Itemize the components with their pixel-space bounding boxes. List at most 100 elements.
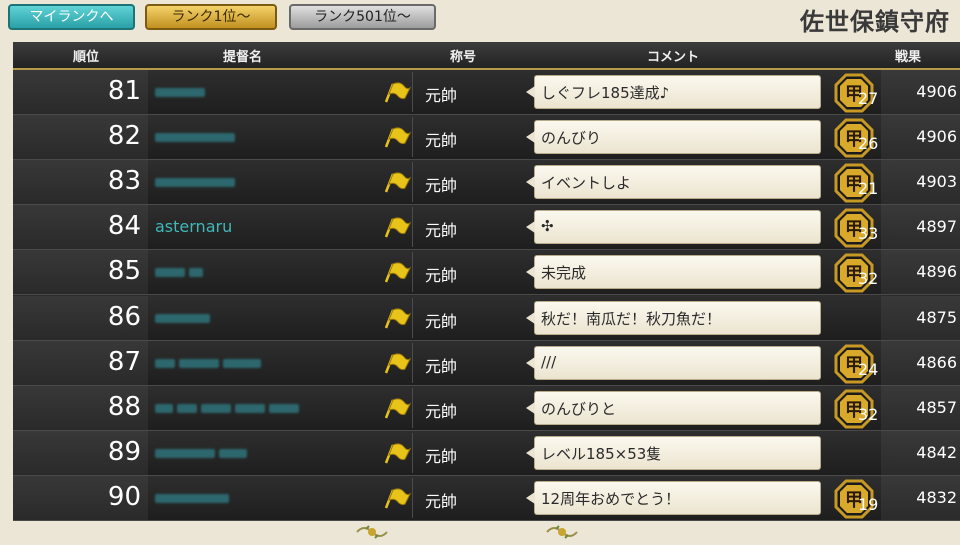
score-value: 4897: [916, 217, 957, 237]
column-divider: [412, 207, 413, 248]
admiral-title: 元帥: [425, 446, 458, 466]
medal-count: 33: [858, 224, 879, 244]
score-value: 4906: [916, 127, 957, 147]
table-row[interactable]: 89 元帥 レベル185×53隻 4842: [13, 430, 960, 476]
rank-number: 88: [107, 391, 141, 422]
admiral-name-blurred: [155, 443, 251, 462]
score-cell: 4832: [881, 475, 960, 520]
admiral-title: 元帥: [425, 86, 458, 105]
score-value: 4842: [916, 442, 957, 462]
flag-icon: [384, 398, 411, 419]
rank-top-button[interactable]: ランク1位～: [145, 4, 277, 30]
header-score: 戦果: [895, 50, 922, 65]
medal-count: 32: [858, 404, 879, 424]
comment-bubble: イベントしよ: [526, 165, 821, 200]
table-row[interactable]: 90 元帥 12周年おめでとう！ 甲 19 4832: [13, 475, 960, 521]
rank-cell: 85: [13, 250, 148, 295]
column-divider: [412, 252, 413, 293]
admiral-name-blurred: [155, 82, 209, 101]
rank-number: 89: [107, 436, 141, 467]
flag-icon: [384, 172, 411, 193]
ornament-icon: [546, 525, 578, 539]
admiral-title: 元帥: [425, 401, 458, 421]
column-divider: [412, 297, 413, 338]
comment-bubble: レベル185×53隻: [526, 435, 821, 470]
column-divider: [412, 117, 413, 158]
admiral-title: 元帥: [425, 311, 458, 331]
score-value: 4906: [916, 82, 957, 101]
table-row[interactable]: 88 元帥 のんびりと 甲 32 4857: [13, 385, 960, 431]
admiral-title: 元帥: [425, 221, 458, 241]
header-rank: 順位: [73, 50, 100, 65]
comment-bubble: ✣: [526, 210, 821, 245]
table-row[interactable]: 86 元帥 秋だ！南瓜だ！秋刀魚だ！ 4875: [13, 295, 960, 341]
rank-501-button[interactable]: ランク501位～: [289, 4, 436, 30]
comment-bubble: ///: [526, 345, 821, 380]
medal-count: 26: [858, 134, 879, 154]
medal-count: 27: [858, 89, 879, 108]
rank-number: 81: [107, 76, 141, 106]
comment-text: 12周年おめでとう！: [541, 489, 681, 508]
comment-bubble: のんびり: [526, 120, 821, 155]
admiralty-name: 佐世保鎮守府: [800, 7, 950, 36]
column-divider: [412, 477, 413, 518]
admiral-title: 元帥: [425, 491, 458, 511]
flag-icon: [384, 262, 411, 283]
column-divider: [412, 387, 413, 428]
admiral-name-blurred: [155, 262, 207, 281]
header-comment: コメント: [647, 50, 700, 65]
table-row[interactable]: 81 元帥 しぐフレ185達成♪ 甲 27 4906: [13, 70, 960, 115]
flag-icon: [384, 352, 411, 374]
score-cell: 4896: [881, 250, 960, 295]
admiral-title: 元帥: [425, 356, 458, 376]
comment-text: 未完成: [541, 264, 587, 283]
table-row[interactable]: 84 asternaru 元帥 ✣ 甲 33 4897: [13, 205, 960, 251]
table-header: 順位 提督名 称号 コメント 戦果: [13, 42, 960, 70]
column-divider: [412, 72, 413, 112]
score-value: 4903: [916, 172, 957, 192]
medal-count: 32: [858, 269, 879, 289]
comment-text: ///: [541, 352, 557, 371]
comment-text: のんびり: [541, 129, 602, 148]
comment-bubble: しぐフレ185達成♪: [526, 75, 821, 109]
rank-cell: 83: [13, 160, 148, 205]
comment-text: ✣: [541, 217, 554, 236]
ornament-icon: [356, 525, 388, 539]
column-divider: [412, 342, 413, 383]
rank-number: 87: [107, 346, 141, 377]
my-rank-button[interactable]: マイランクへ: [8, 4, 135, 30]
table-row[interactable]: 82 元帥 のんびり 甲 26 4906: [13, 115, 960, 161]
admiral-name-blurred: [155, 308, 214, 327]
table-row[interactable]: 83 元帥 イベントしよ 甲 21 4903: [13, 160, 960, 206]
rank-cell: 90: [13, 475, 148, 520]
medal-count: 21: [858, 179, 879, 199]
admiral-name-blurred: [155, 488, 233, 507]
admiral-name-blurred: [155, 127, 239, 146]
table-row[interactable]: 87 元帥 /// 甲 24 4866: [13, 340, 960, 386]
top-bar: マイランクへ ランク1位～ ランク501位～ 佐世保鎮守府: [0, 0, 960, 38]
score-cell: 4842: [881, 430, 960, 475]
score-value: 4857: [916, 397, 957, 417]
comment-text: レベル185×53隻: [541, 444, 662, 463]
score-cell: 4866: [881, 340, 960, 385]
flag-icon: [384, 443, 411, 464]
comment-bubble: 秋だ！南瓜だ！秋刀魚だ！: [526, 300, 821, 335]
rank-cell: 84: [13, 205, 148, 250]
medal-count: 19: [858, 494, 879, 514]
comment-text: のんびりと: [541, 399, 617, 418]
rank-cell: 88: [13, 385, 148, 430]
rank-cell: 82: [13, 115, 148, 160]
score-cell: 4857: [881, 385, 960, 430]
score-cell: 4897: [881, 205, 960, 250]
rank-cell: 87: [13, 340, 148, 385]
flag-icon: [384, 127, 411, 148]
admiral-name: asternaru: [155, 217, 233, 237]
rank-cell: 81: [13, 70, 148, 114]
table-row[interactable]: 85 元帥 未完成 甲 32 4896: [13, 250, 960, 296]
rank-number: 85: [107, 256, 141, 287]
comment-text: イベントしよ: [541, 174, 632, 193]
rank-number: 82: [107, 121, 141, 152]
column-divider: [412, 432, 413, 473]
admiral-title: 元帥: [425, 266, 458, 286]
admiral-name-blurred: [155, 353, 265, 372]
